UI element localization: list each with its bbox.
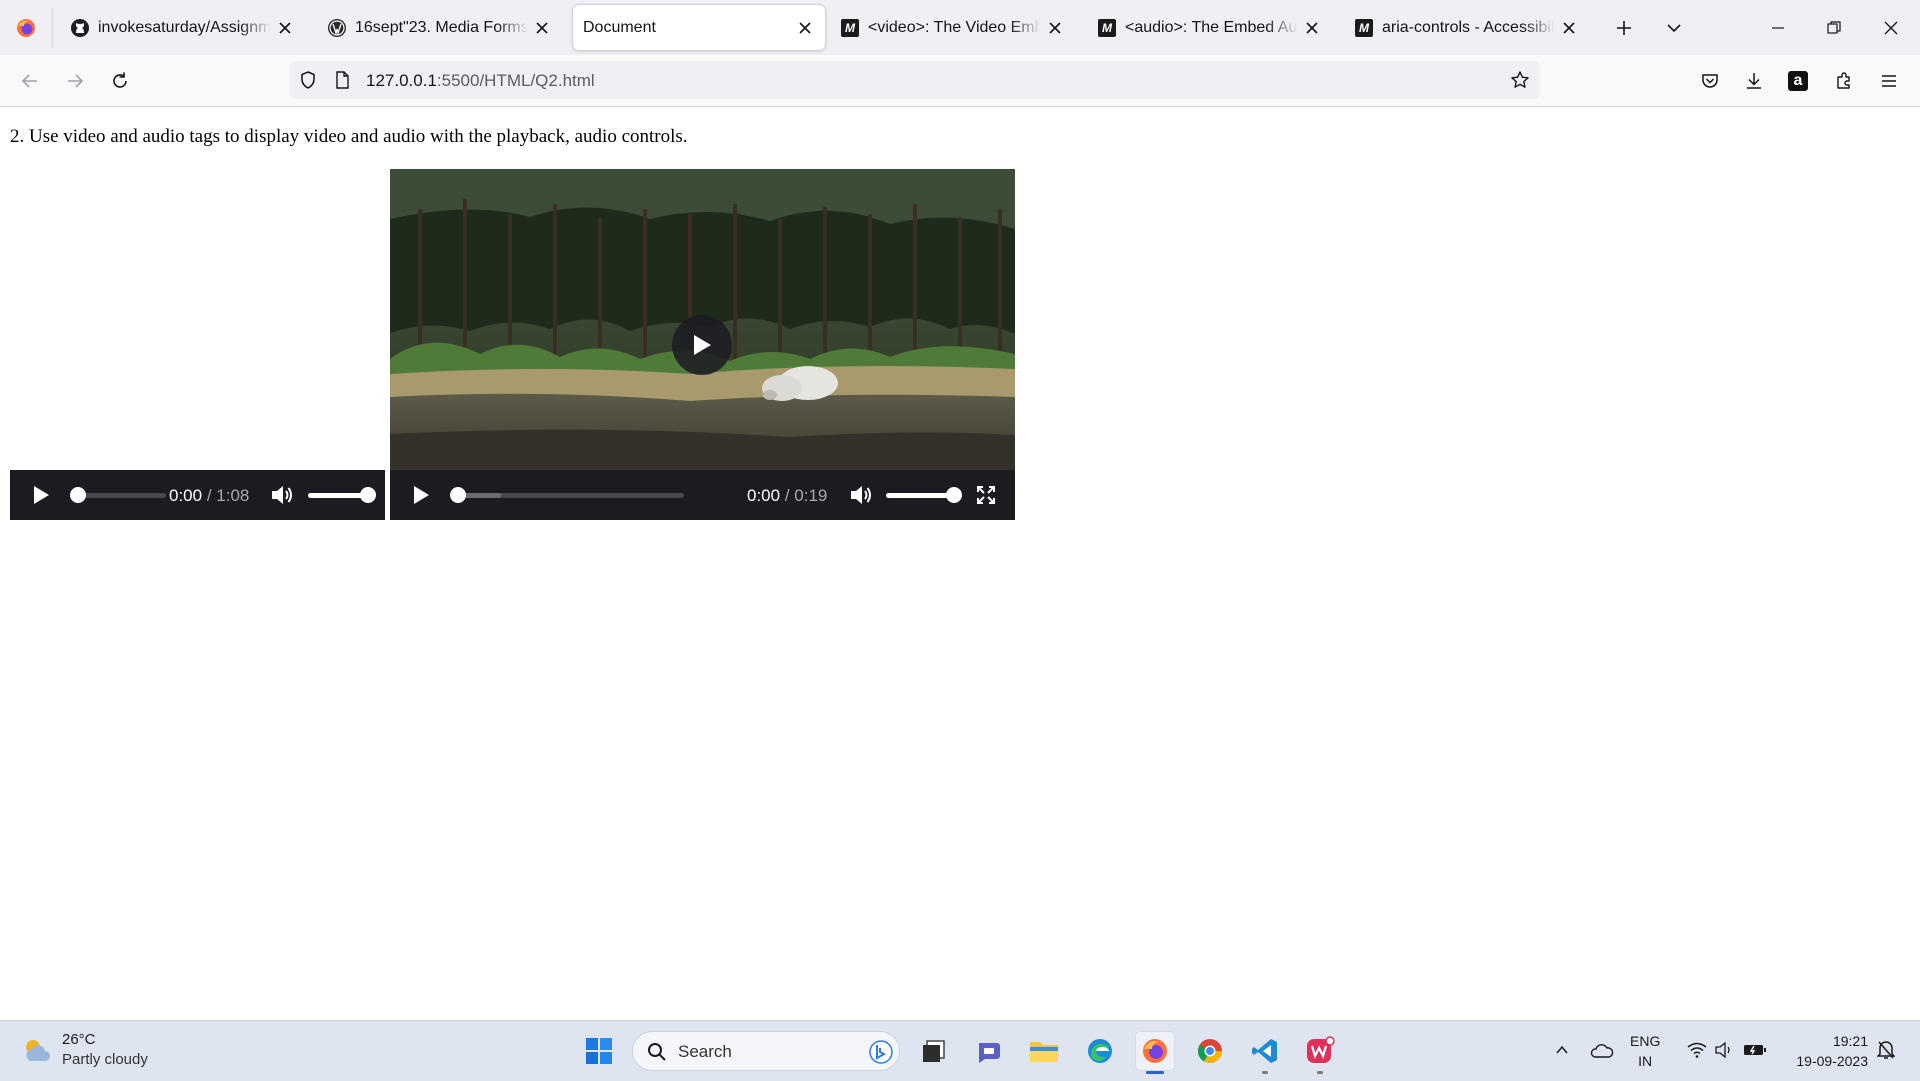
play-icon[interactable] bbox=[28, 482, 54, 508]
page-heading: 2. Use video and audio tags to display v… bbox=[10, 126, 688, 147]
file-explorer-icon[interactable] bbox=[1024, 1031, 1064, 1071]
tab-wordpress[interactable]: 16sept"23. Media Forms, Media Tags bbox=[317, 5, 562, 50]
weather-widget[interactable]: 26°C Partly cloudy bbox=[20, 1030, 148, 1070]
tracking-shield-icon[interactable] bbox=[298, 70, 318, 90]
weather-condition: Partly cloudy bbox=[62, 1051, 148, 1068]
taskbar-search-box[interactable]: Search bbox=[632, 1031, 900, 1071]
close-tab-icon[interactable] bbox=[1559, 18, 1579, 38]
video-time-display: 0:00 / 0:19 bbox=[747, 486, 828, 505]
volume-speaker-icon[interactable] bbox=[848, 483, 874, 507]
address-bar[interactable]: 127.0.0.1:5500/HTML/Q2.html bbox=[290, 61, 1540, 99]
close-window-icon[interactable] bbox=[1877, 14, 1905, 42]
teams-chat-icon[interactable] bbox=[969, 1031, 1009, 1071]
edge-browser-icon[interactable] bbox=[1080, 1031, 1120, 1071]
video-frame-forest-sheep[interactable] bbox=[390, 169, 1015, 470]
onedrive-cloud-icon[interactable] bbox=[1590, 1035, 1614, 1065]
wifi-icon[interactable] bbox=[1686, 1035, 1708, 1065]
pocket-icon[interactable] bbox=[1694, 65, 1726, 97]
audio-player[interactable]: 0:00 / 1:08 bbox=[10, 470, 385, 520]
show-hidden-icons-chevron-up-icon[interactable] bbox=[1552, 1035, 1572, 1065]
windows-start-icon[interactable] bbox=[579, 1031, 619, 1071]
reload-icon[interactable] bbox=[104, 65, 136, 97]
fullscreen-icon[interactable] bbox=[974, 483, 998, 507]
audio-volume-slider[interactable] bbox=[308, 493, 368, 498]
close-tab-icon[interactable] bbox=[795, 18, 815, 38]
app-menu-hamburger-icon[interactable] bbox=[1873, 65, 1905, 97]
tab-strip: invokesaturday/Assignments 16sept"23. Me… bbox=[0, 0, 1920, 55]
big-play-button[interactable] bbox=[672, 315, 732, 375]
back-arrow-icon[interactable] bbox=[14, 65, 46, 97]
close-tab-icon[interactable] bbox=[532, 18, 552, 38]
system-clock[interactable]: 19:21 19-09-2023 bbox=[1778, 1031, 1868, 1071]
close-tab-icon[interactable] bbox=[1045, 18, 1065, 38]
close-tab-icon[interactable] bbox=[275, 18, 295, 38]
firefox-menu-icon[interactable] bbox=[0, 0, 52, 55]
close-tab-icon[interactable] bbox=[1302, 18, 1322, 38]
battery-charging-icon[interactable] bbox=[1742, 1035, 1768, 1065]
partly-cloudy-icon bbox=[26, 1040, 50, 1061]
audio-volume-fill bbox=[308, 493, 368, 498]
firefox-taskbar-icon[interactable] bbox=[1135, 1031, 1175, 1074]
audio-seek-thumb[interactable] bbox=[70, 487, 86, 503]
input-language-indicator[interactable]: ENG IN bbox=[1630, 1031, 1660, 1071]
forward-arrow-icon[interactable] bbox=[59, 65, 91, 97]
amazon-extension-icon[interactable]: a bbox=[1782, 65, 1814, 97]
wordpress-icon bbox=[327, 18, 347, 38]
tab-mdn-aria[interactable]: M aria-controls - Accessibility bbox=[1344, 5, 1589, 50]
weather-temperature: 26°C bbox=[62, 1031, 96, 1048]
tab-github[interactable]: invokesaturday/Assignments bbox=[60, 5, 305, 50]
url-text[interactable]: 127.0.0.1:5500/HTML/Q2.html bbox=[366, 71, 595, 91]
search-icon bbox=[648, 1043, 666, 1061]
wps-office-icon[interactable] bbox=[1300, 1031, 1340, 1074]
audio-seek-bar[interactable] bbox=[78, 493, 166, 498]
running-app-indicator bbox=[1262, 1071, 1268, 1074]
tab-title: 16sept"23. Media Forms, Media Tags bbox=[355, 18, 528, 36]
mdn-icon: M bbox=[1097, 18, 1117, 38]
restore-window-icon[interactable] bbox=[1820, 14, 1848, 42]
video-volume-slider[interactable] bbox=[886, 493, 954, 498]
tab-mdn-audio[interactable]: M <audio>: The Embed Audio element bbox=[1087, 5, 1332, 50]
downloads-icon[interactable] bbox=[1738, 65, 1770, 97]
tab-document[interactable]: Document bbox=[573, 5, 825, 50]
list-tabs-chevron-down-icon[interactable] bbox=[1660, 14, 1688, 42]
search-label: Search bbox=[678, 1042, 732, 1061]
running-app-indicator bbox=[1317, 1071, 1323, 1074]
mdn-icon: M bbox=[1354, 18, 1374, 38]
video-seek-thumb[interactable] bbox=[450, 487, 466, 503]
mdn-icon: M bbox=[840, 18, 860, 38]
play-icon bbox=[694, 335, 711, 355]
tab-mdn-video[interactable]: M <video>: The Video Embed element bbox=[830, 5, 1075, 50]
tab-title: <audio>: The Embed Audio element bbox=[1125, 18, 1298, 36]
video-volume-fill bbox=[886, 493, 954, 498]
audio-time-display: 0:00 / 1:08 bbox=[169, 486, 250, 505]
tab-title: invokesaturday/Assignments bbox=[98, 18, 271, 36]
minimize-window-icon[interactable] bbox=[1764, 14, 1792, 42]
audio-volume-thumb[interactable] bbox=[360, 487, 376, 503]
bing-icon[interactable] bbox=[869, 1040, 893, 1064]
tab-title: aria-controls - Accessibility bbox=[1382, 18, 1555, 36]
active-app-indicator bbox=[1146, 1071, 1164, 1074]
bookmark-star-icon[interactable] bbox=[1510, 70, 1530, 90]
notifications-bell-icon[interactable] bbox=[1874, 1035, 1898, 1065]
task-view-icon[interactable] bbox=[914, 1031, 954, 1071]
vscode-icon[interactable] bbox=[1245, 1031, 1285, 1074]
tab-title: <video>: The Video Embed element bbox=[868, 18, 1041, 36]
extensions-puzzle-icon[interactable] bbox=[1828, 65, 1860, 97]
github-icon bbox=[70, 18, 90, 38]
play-icon[interactable] bbox=[408, 482, 434, 508]
volume-speaker-icon[interactable] bbox=[269, 483, 295, 507]
video-player[interactable]: 0:00 / 0:19 bbox=[390, 169, 1015, 520]
video-seek-bar[interactable] bbox=[458, 493, 684, 498]
chrome-browser-icon[interactable] bbox=[1190, 1031, 1230, 1071]
tab-separator bbox=[52, 8, 53, 48]
nav-toolbar: 127.0.0.1:5500/HTML/Q2.html a bbox=[0, 55, 1920, 107]
windows-taskbar: 26°C Partly cloudy Search ENG IN 19:21 1… bbox=[0, 1020, 1920, 1081]
new-tab-plus-icon[interactable] bbox=[1610, 14, 1638, 42]
video-volume-thumb[interactable] bbox=[946, 487, 962, 503]
tab-title: Document bbox=[583, 18, 656, 36]
video-controls-bar: 0:00 / 0:19 bbox=[390, 470, 1015, 520]
speaker-volume-icon[interactable] bbox=[1714, 1035, 1736, 1065]
page-document-icon[interactable] bbox=[332, 70, 352, 90]
